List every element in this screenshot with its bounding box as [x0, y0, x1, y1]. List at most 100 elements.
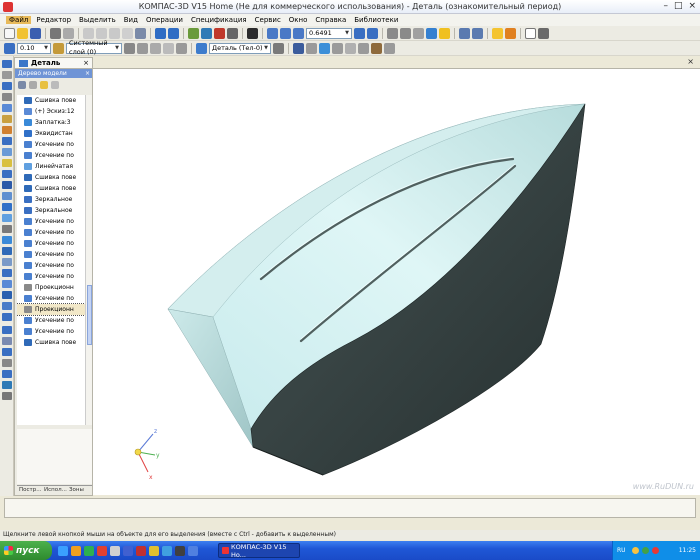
part-combo[interactable]: Деталь (Тел-0) ▼ — [209, 42, 271, 54]
step-combo[interactable]: 0.10 ▼ — [17, 42, 51, 54]
ie-icon[interactable] — [58, 545, 68, 556]
app-icon[interactable] — [149, 545, 159, 556]
shaded-icon[interactable] — [426, 27, 437, 39]
trim-icon[interactable] — [2, 302, 12, 310]
thin-lines-icon[interactable] — [413, 27, 424, 39]
tree-item[interactable]: Усечение по — [17, 260, 85, 271]
save-icon[interactable] — [30, 27, 41, 39]
split-icon[interactable] — [2, 258, 12, 266]
print-setup-icon[interactable] — [345, 42, 356, 54]
extrude-icon[interactable] — [2, 115, 12, 123]
menu-libraries[interactable]: Библиотеки — [351, 16, 401, 24]
tree-item[interactable]: Сшивка пове — [17, 95, 85, 106]
loft-icon[interactable] — [2, 137, 12, 145]
chevron-down-icon[interactable] — [332, 42, 343, 54]
chevron-down-icon[interactable] — [306, 42, 317, 54]
print-preview-icon[interactable] — [63, 27, 74, 39]
tray-icon[interactable] — [631, 547, 639, 554]
layer-combo[interactable]: Системный слой (0) ▼ — [66, 39, 122, 56]
scrollbar-thumb[interactable] — [87, 285, 92, 345]
open-folder-icon[interactable] — [17, 27, 28, 39]
menu-window[interactable]: Окно — [286, 16, 311, 24]
menu-operations[interactable]: Операции — [143, 16, 186, 24]
opera-icon[interactable] — [97, 545, 107, 556]
undo-icon[interactable] — [155, 27, 166, 39]
library-manager-icon[interactable] — [214, 27, 225, 39]
rotate-icon[interactable] — [354, 27, 365, 39]
shaded-edges-icon[interactable] — [439, 27, 450, 39]
part-icon[interactable] — [196, 42, 207, 54]
tree-item[interactable]: Сшивка пове — [17, 172, 85, 183]
revolve-icon[interactable] — [2, 126, 12, 134]
close-icon[interactable]: × — [85, 69, 90, 78]
measure-icon[interactable] — [227, 27, 238, 39]
menu-service[interactable]: Сервис — [252, 16, 284, 24]
help-icon[interactable] — [247, 27, 258, 39]
properties-icon[interactable] — [135, 27, 146, 39]
taskbar-kompas-button[interactable]: КОМПАС-3D V15 Ho... — [218, 543, 300, 559]
zoom-in-icon[interactable] — [267, 27, 278, 39]
tree-item[interactable]: Зеркальное — [17, 194, 85, 205]
sketch-icon[interactable] — [2, 104, 12, 112]
body-settings-icon[interactable] — [273, 42, 284, 54]
model-viewport[interactable]: z y x www.RuDUN.ru — [93, 68, 700, 495]
menu-help[interactable]: Справка — [312, 16, 349, 24]
tree-item[interactable]: Усечение по — [17, 271, 85, 282]
variables-icon[interactable] — [201, 27, 212, 39]
tree-item[interactable]: Проекционн — [17, 282, 85, 293]
tree-item[interactable]: Сшивка пове — [17, 183, 85, 194]
cut-icon[interactable] — [83, 27, 94, 39]
diagnostics-icon[interactable] — [2, 337, 12, 345]
format-icon[interactable] — [122, 27, 133, 39]
shell-icon[interactable] — [2, 181, 12, 189]
tab-build[interactable]: Постр... — [17, 485, 42, 495]
fillet-icon[interactable] — [2, 159, 12, 167]
orientation-icon[interactable] — [472, 27, 483, 39]
stitch-icon[interactable] — [2, 291, 12, 299]
app-icon[interactable] — [136, 545, 146, 556]
maximize-button[interactable]: □ — [674, 1, 683, 11]
edit-part-icon[interactable] — [2, 60, 12, 68]
tree-item[interactable]: Усечение по — [17, 216, 85, 227]
menu-edit[interactable]: Редактор — [33, 16, 74, 24]
tree-item[interactable]: Усечение по — [17, 238, 85, 249]
tree-item[interactable]: Усечение по — [17, 227, 85, 238]
tree-item[interactable]: Эквидистан — [17, 128, 85, 139]
offset-icon[interactable] — [2, 313, 12, 321]
curve-icon[interactable] — [2, 93, 12, 101]
layer-icon[interactable] — [53, 42, 64, 54]
tree-item[interactable]: Зеркальное — [17, 205, 85, 216]
tree-options-icon[interactable] — [51, 80, 59, 89]
chevron-down-icon[interactable] — [384, 42, 395, 54]
tree-item[interactable]: Усечение по — [17, 150, 85, 161]
axis-icon[interactable] — [2, 247, 12, 255]
report-icon[interactable] — [2, 381, 12, 389]
app-icon[interactable] — [110, 545, 120, 556]
move-icon[interactable] — [4, 42, 15, 54]
minimize-button[interactable]: – — [663, 1, 668, 11]
library-icon[interactable] — [371, 42, 382, 54]
tree-item[interactable]: Проекционн — [17, 303, 85, 316]
tab-zones[interactable]: Зоны — [67, 485, 92, 495]
properties-bar[interactable] — [4, 498, 696, 518]
paste-icon[interactable] — [109, 27, 120, 39]
color-icon[interactable] — [492, 27, 503, 39]
tray-icon[interactable] — [651, 547, 659, 554]
grid-icon[interactable] — [150, 42, 161, 54]
snap-icon[interactable] — [163, 42, 174, 54]
edit-icon[interactable] — [319, 42, 330, 54]
measure-icon[interactable] — [2, 326, 12, 334]
start-button[interactable]: пуск — [0, 541, 52, 560]
spline-icon[interactable] — [2, 71, 12, 79]
app-icon[interactable] — [162, 545, 172, 556]
pattern-icon[interactable] — [2, 225, 12, 233]
layer-manager-icon[interactable] — [124, 42, 135, 54]
tree-item[interactable]: Усечение по — [17, 139, 85, 150]
tray-icon[interactable] — [641, 547, 649, 554]
sweep-icon[interactable] — [2, 148, 12, 156]
chamfer-icon[interactable] — [2, 170, 12, 178]
checkbox-icon[interactable] — [525, 27, 536, 39]
menu-select[interactable]: Выделить — [76, 16, 119, 24]
tab-part-document[interactable]: Деталь × — [14, 57, 93, 68]
close-button[interactable]: × — [688, 1, 696, 11]
